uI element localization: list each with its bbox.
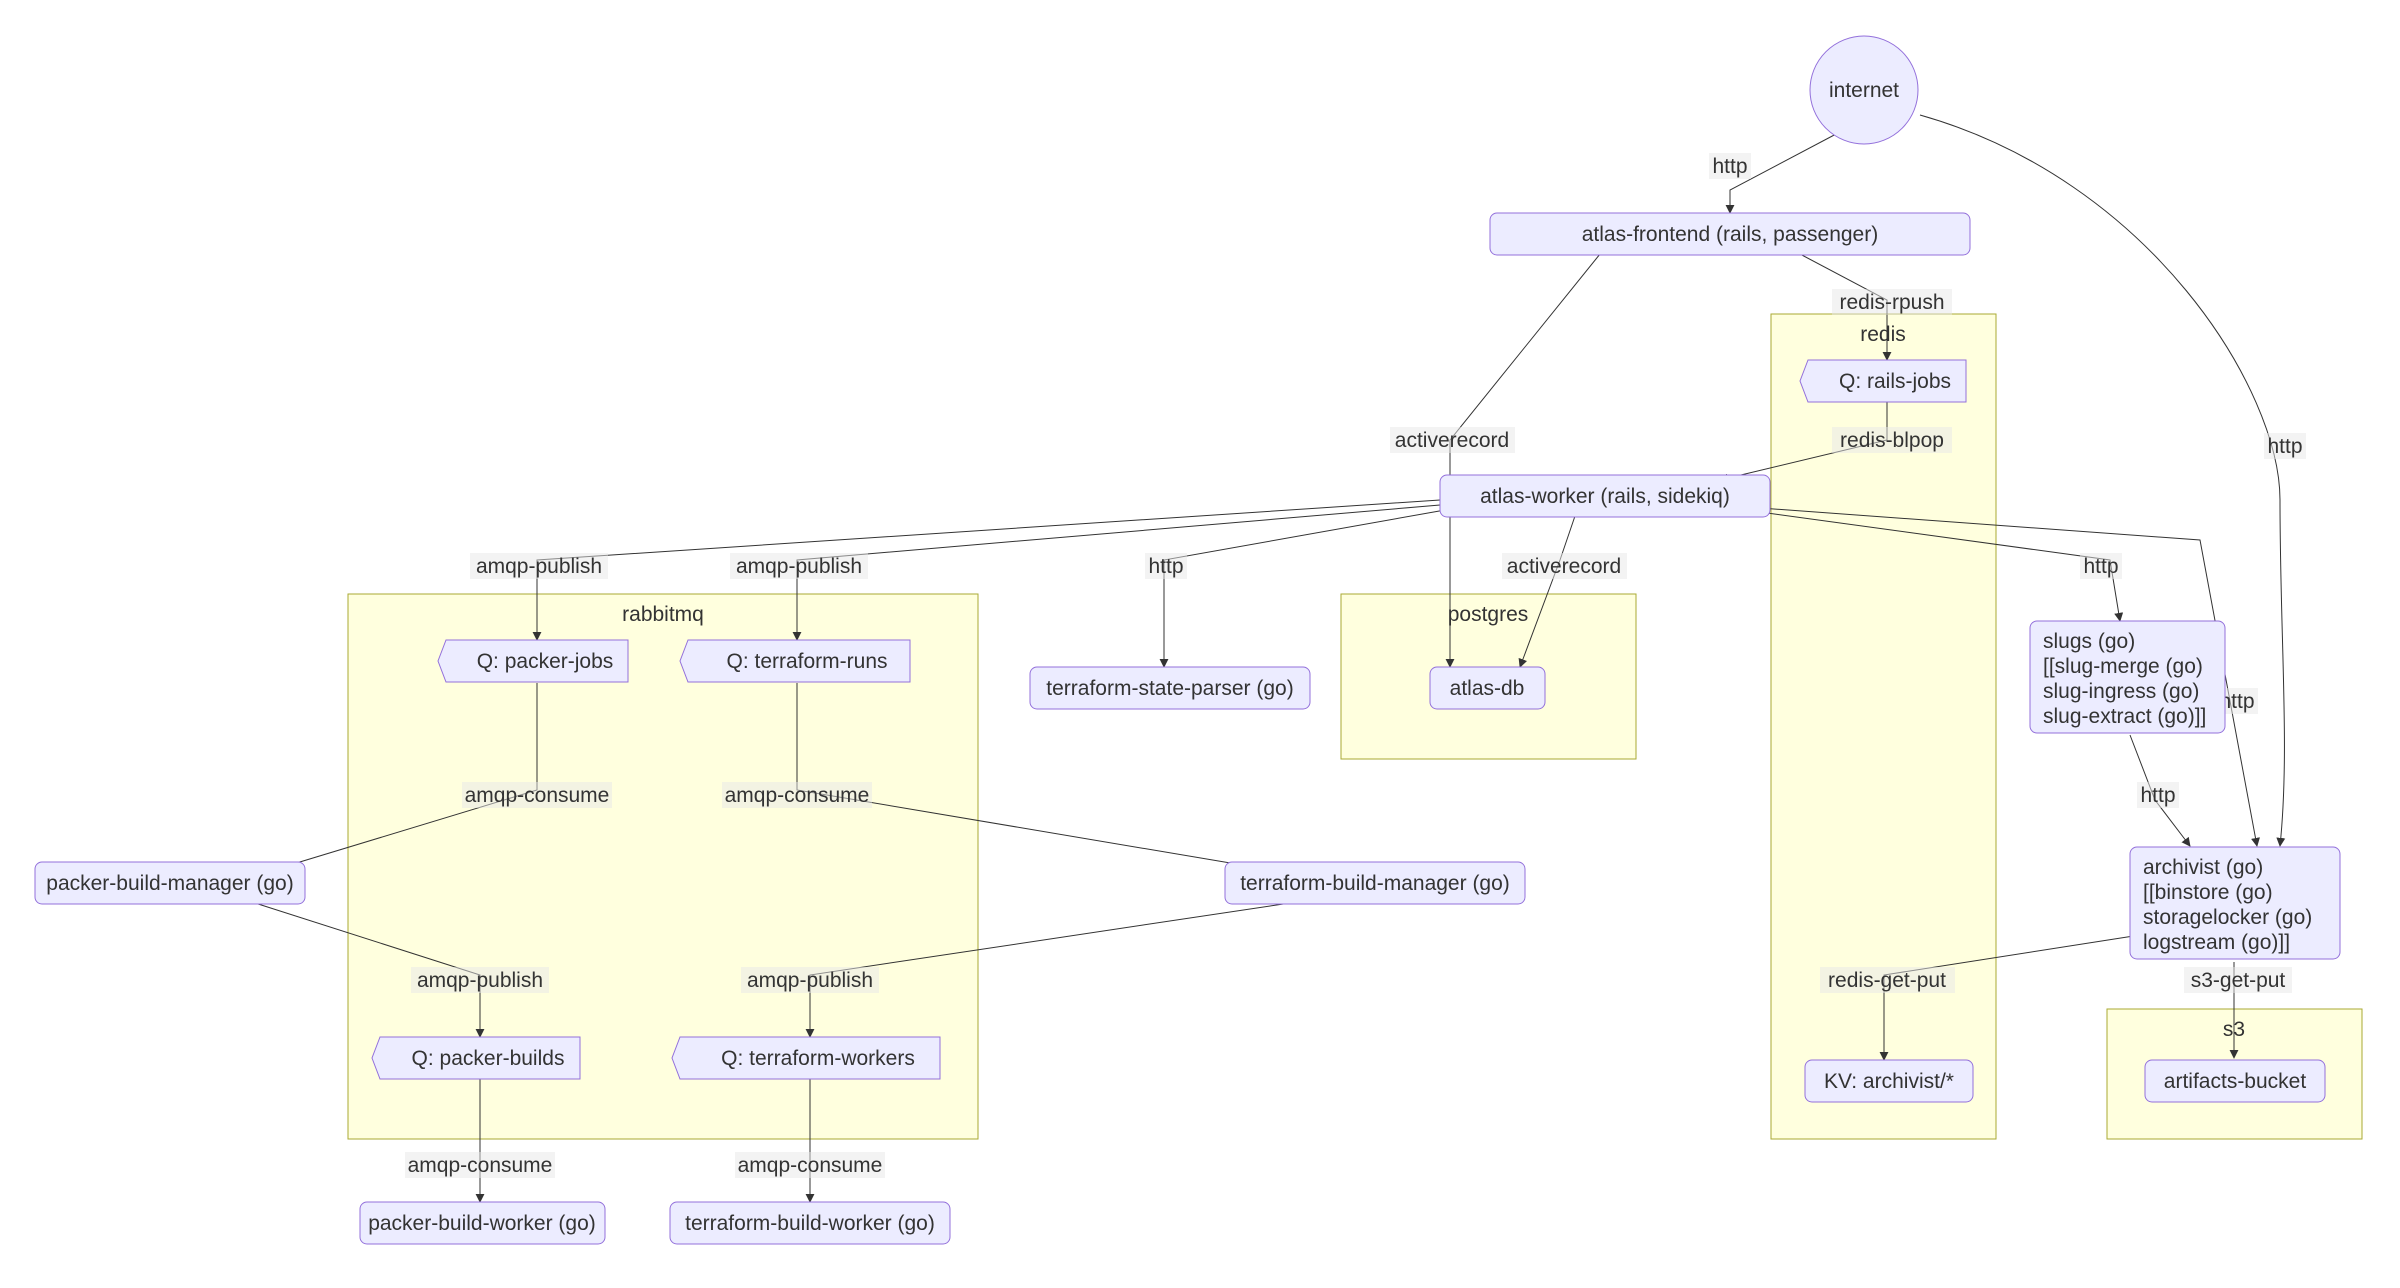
edge-label-http-slugs: http	[2083, 555, 2118, 578]
node-kv-archivist: KV: archivist/*	[1805, 1060, 1973, 1102]
edge-label-http-slugs-archivist: http	[2140, 784, 2175, 807]
edge-label-http-frontend: http	[1712, 155, 1747, 178]
node-packer-build-worker: packer-build-worker (go)	[360, 1202, 605, 1244]
node-terraform-state-parser: terraform-state-parser (go)	[1030, 667, 1310, 709]
cluster-postgres-label: postgres	[1448, 603, 1529, 626]
node-q-terraform-workers-label: Q: terraform-workers	[721, 1047, 915, 1070]
edge-label-amqp-con-tbw: amqp-consume	[738, 1154, 883, 1177]
node-atlas-db: atlas-db	[1430, 667, 1545, 709]
node-internet-label: internet	[1829, 79, 1899, 102]
architecture-diagram: rabbitmq postgres redis s3 http http red…	[0, 0, 2400, 1288]
node-q-packer-builds: Q: packer-builds	[372, 1037, 580, 1079]
node-q-packer-jobs-label: Q: packer-jobs	[477, 650, 614, 673]
node-slugs-l4: slug-extract (go)]]	[2043, 705, 2206, 728]
node-terraform-build-worker: terraform-build-worker (go)	[670, 1202, 950, 1244]
edge-label-http-archivist-direct: http	[2267, 435, 2302, 458]
node-atlas-frontend-label: atlas-frontend (rails, passenger)	[1582, 223, 1878, 246]
edge-label-amqp-pub-tw: amqp-publish	[747, 969, 873, 992]
node-q-packer-jobs: Q: packer-jobs	[438, 640, 628, 682]
node-atlas-worker: atlas-worker (rails, sidekiq)	[1440, 475, 1770, 517]
node-archivist: archivist (go) [[binstore (go) storagelo…	[2130, 847, 2340, 959]
edge-label-http-tsp: http	[1148, 555, 1183, 578]
node-q-rails-jobs-label: Q: rails-jobs	[1839, 370, 1951, 393]
edge-label-amqp-con-tbm: amqp-consume	[725, 784, 870, 807]
node-artifacts-bucket-label: artifacts-bucket	[2164, 1070, 2307, 1093]
node-slugs-l3: slug-ingress (go)	[2043, 680, 2199, 703]
edge-label-amqp-pub-packer-jobs: amqp-publish	[476, 555, 602, 578]
edge-label-activerecord-2: activerecord	[1507, 555, 1621, 578]
node-atlas-frontend: atlas-frontend (rails, passenger)	[1490, 213, 1970, 255]
node-slugs-l2: [[slug-merge (go)	[2043, 655, 2203, 678]
node-atlas-db-label: atlas-db	[1450, 677, 1525, 700]
node-q-rails-jobs: Q: rails-jobs	[1800, 360, 1966, 402]
node-archivist-l1: archivist (go)	[2143, 856, 2263, 879]
edge-label-redis-blpop: redis-blpop	[1840, 429, 1944, 452]
edge-label-amqp-con-pbm: amqp-consume	[465, 784, 610, 807]
node-q-terraform-runs: Q: terraform-runs	[680, 640, 910, 682]
edge-label-amqp-pub-tf-runs: amqp-publish	[736, 555, 862, 578]
node-artifacts-bucket: artifacts-bucket	[2145, 1060, 2325, 1102]
node-internet: internet	[1810, 36, 1918, 144]
node-q-packer-builds-label: Q: packer-builds	[412, 1047, 565, 1070]
node-terraform-state-parser-label: terraform-state-parser (go)	[1046, 677, 1293, 700]
edge-label-redis-get-put: redis-get-put	[1828, 969, 1946, 992]
edge-label-amqp-pub-pb: amqp-publish	[417, 969, 543, 992]
cluster-rabbitmq-label: rabbitmq	[622, 603, 704, 626]
node-archivist-l3: storagelocker (go)	[2143, 906, 2312, 929]
edge-label-s3-get-put: s3-get-put	[2191, 969, 2286, 992]
node-slugs-l1: slugs (go)	[2043, 630, 2135, 653]
edge-label-redis-rpush: redis-rpush	[1839, 291, 1944, 314]
node-packer-build-worker-label: packer-build-worker (go)	[368, 1212, 596, 1235]
node-packer-build-manager: packer-build-manager (go)	[35, 862, 305, 904]
node-terraform-build-manager: terraform-build-manager (go)	[1225, 862, 1525, 904]
edge-label-activerecord-1: activerecord	[1395, 429, 1509, 452]
node-packer-build-manager-label: packer-build-manager (go)	[46, 872, 293, 895]
node-archivist-l4: logstream (go)]]	[2143, 931, 2290, 954]
node-q-terraform-runs-label: Q: terraform-runs	[726, 650, 887, 673]
node-atlas-worker-label: atlas-worker (rails, sidekiq)	[1480, 485, 1730, 508]
node-terraform-build-worker-label: terraform-build-worker (go)	[685, 1212, 935, 1235]
node-slugs: slugs (go) [[slug-merge (go) slug-ingres…	[2030, 621, 2225, 733]
cluster-redis-label: redis	[1860, 323, 1906, 346]
edge-label-amqp-con-pbw: amqp-consume	[408, 1154, 553, 1177]
node-archivist-l2: [[binstore (go)	[2143, 881, 2273, 904]
node-kv-archivist-label: KV: archivist/*	[1824, 1070, 1954, 1093]
node-terraform-build-manager-label: terraform-build-manager (go)	[1240, 872, 1510, 895]
node-q-terraform-workers: Q: terraform-workers	[672, 1037, 940, 1079]
